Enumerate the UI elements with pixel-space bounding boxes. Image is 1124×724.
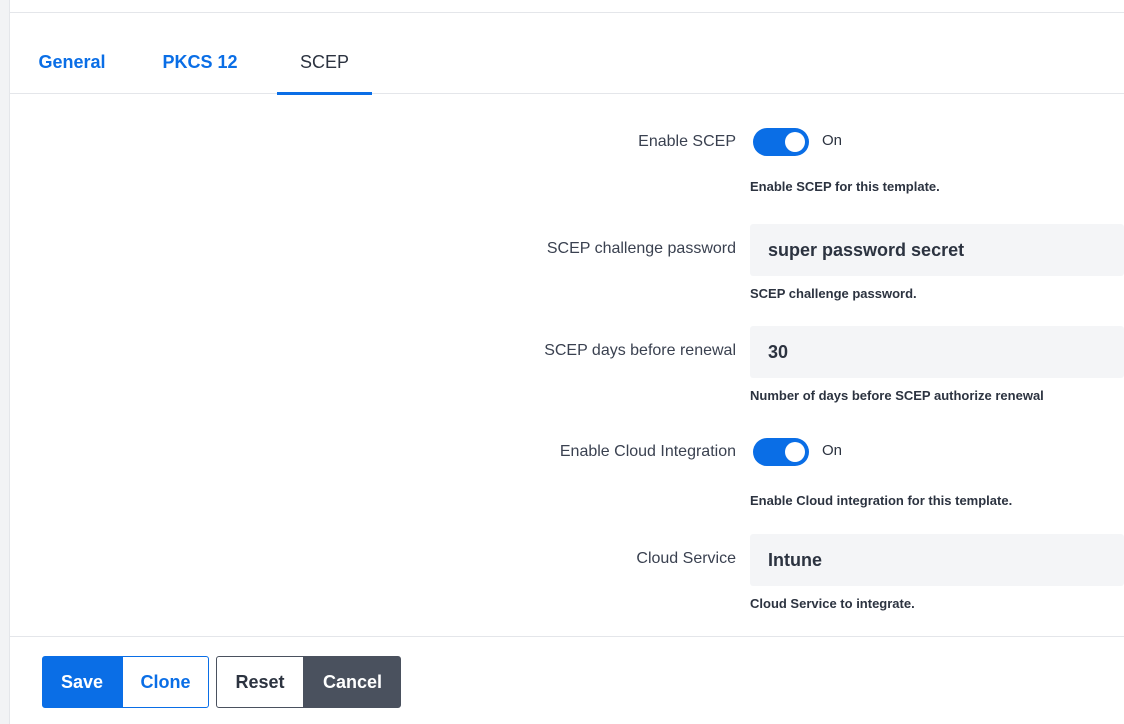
left-rail: [0, 0, 10, 724]
enable-scep-help: Enable SCEP for this template.: [750, 179, 940, 194]
toggle-knob: [785, 132, 805, 152]
enable-cloud-toggle[interactable]: [753, 438, 809, 466]
footer-divider: [10, 636, 1124, 637]
challenge-password-help: SCEP challenge password.: [750, 286, 917, 301]
challenge-password-label: SCEP challenge password: [546, 240, 736, 257]
days-before-renewal-label: SCEP days before renewal: [544, 342, 736, 359]
enable-scep-state: On: [822, 132, 843, 149]
tab-scep[interactable]: SCEP: [277, 30, 372, 95]
clone-button[interactable]: Clone: [122, 656, 209, 708]
tab-pkcs12[interactable]: PKCS 12: [158, 30, 242, 94]
enable-cloud-label: Enable Cloud Integration: [559, 443, 736, 460]
cancel-button[interactable]: Cancel: [304, 656, 401, 708]
challenge-password-input[interactable]: [750, 224, 1124, 276]
reset-button[interactable]: Reset: [216, 656, 304, 708]
days-before-renewal-input[interactable]: [750, 326, 1124, 378]
top-divider: [10, 12, 1124, 13]
enable-cloud-help: Enable Cloud integration for this templa…: [750, 493, 1013, 508]
enable-cloud-state: On: [822, 442, 843, 459]
scep-settings-panel: General PKCS 12 SCEP Enable SCEP On Enab…: [0, 0, 1124, 724]
days-before-renewal-help: Number of days before SCEP authorize ren…: [750, 388, 1044, 403]
enable-scep-label: Enable SCEP: [638, 133, 736, 150]
enable-scep-toggle[interactable]: [753, 128, 809, 156]
tab-general[interactable]: General: [36, 30, 108, 94]
cloud-service-help: Cloud Service to integrate.: [750, 596, 915, 611]
cloud-service-label: Cloud Service: [636, 550, 736, 567]
save-button[interactable]: Save: [42, 656, 122, 708]
tab-bar: General PKCS 12 SCEP: [10, 30, 1124, 95]
cloud-service-input[interactable]: [750, 534, 1124, 586]
toggle-knob: [785, 442, 805, 462]
